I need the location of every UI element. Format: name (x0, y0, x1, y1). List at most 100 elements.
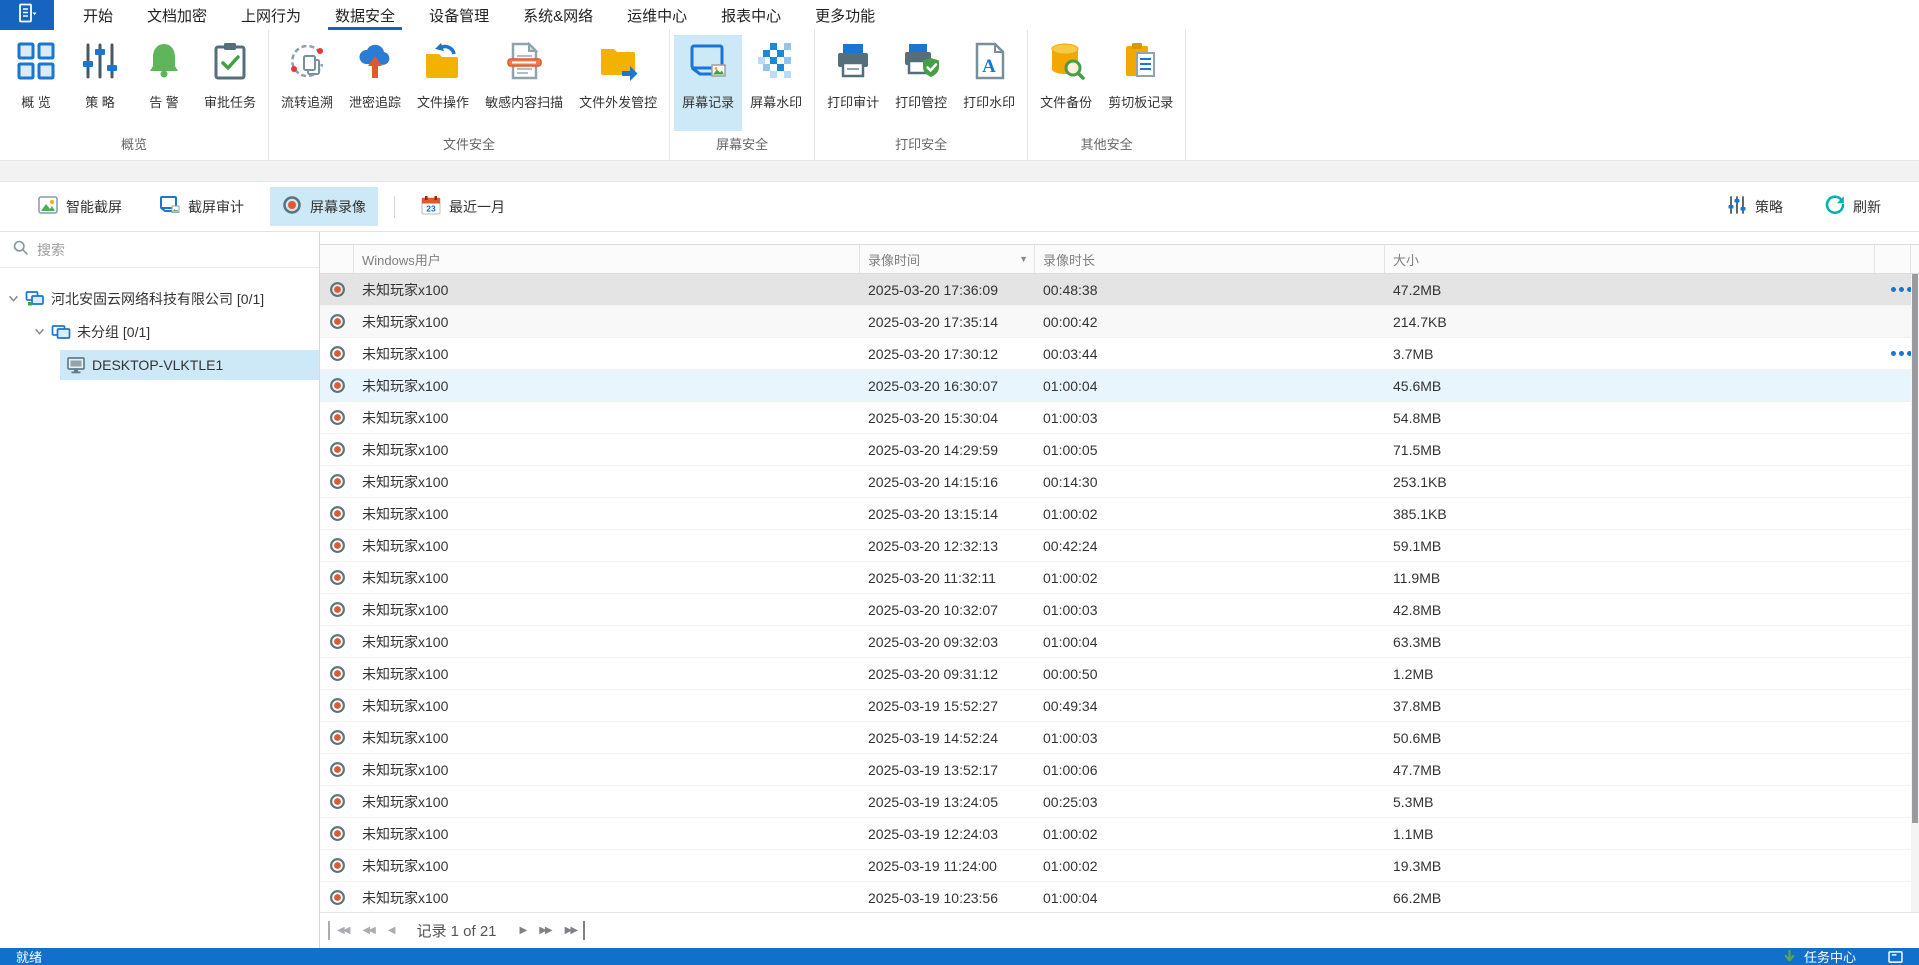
ribbon-item-print-watermark[interactable]: A 打印水印 (955, 35, 1023, 131)
table-header: Windows用户 录像时间 ▼ 录像时长 大小 (320, 244, 1919, 274)
task-window-icon[interactable] (1888, 950, 1903, 963)
menu-tab[interactable]: 数据安全 (318, 0, 412, 30)
refresh-icon (1825, 195, 1845, 218)
tree-node-desktop-vlktle1[interactable]: DESKTOP-VLKTLE1 (0, 348, 319, 381)
ribbon-group-label: 文件安全 (443, 137, 496, 152)
ribbon-item-file-operations[interactable]: 文件操作 (409, 35, 477, 131)
screen-video-button[interactable]: 屏幕录像 (270, 187, 378, 226)
cell-duration: 01:00:03 (1043, 601, 1098, 618)
menu-tab[interactable]: 文档加密 (130, 0, 224, 30)
task-center-button[interactable]: 任务中心 (1804, 947, 1856, 965)
cell-windows-user: 未知玩家x100 (362, 505, 449, 522)
table-row[interactable]: 未知玩家x100 2025-03-19 11:24:00 01:00:02 19… (320, 850, 1919, 882)
menu-tab[interactable]: 运维中心 (610, 0, 704, 30)
svg-text:A: A (982, 56, 996, 77)
status-ready-text: 就绪 (16, 950, 43, 965)
policy-button[interactable]: 策略 (1715, 187, 1795, 226)
pagination-next-button[interactable]: ▶ (513, 921, 533, 940)
pagination-fast-next-button[interactable]: ▶▶ (532, 921, 557, 940)
cell-duration: 00:00:42 (1043, 313, 1098, 330)
ribbon-item-file-outgoing-control[interactable]: 文件外发管控 (571, 35, 665, 131)
chevron-down-icon (35, 328, 44, 335)
ribbon-item-policy[interactable]: 策 略 (68, 35, 132, 131)
ribbon-item-leak-tracking[interactable]: 泄密追踪 (341, 35, 409, 131)
ribbon-item-alerts[interactable]: 告 警 (132, 35, 196, 131)
header-duration[interactable]: 录像时长 (1035, 245, 1385, 273)
header-size[interactable]: 大小 (1385, 245, 1875, 273)
search-box[interactable] (0, 232, 319, 268)
scrollbar-thumb[interactable] (1912, 274, 1918, 823)
record-icon (320, 473, 354, 490)
vertical-scrollbar[interactable] (1911, 274, 1919, 912)
ribbon-item-sensitive-content-scan[interactable]: 敏感内容扫描 (477, 35, 571, 131)
pagination-fast-prev-button[interactable]: ◀◀ (355, 921, 380, 940)
table-row[interactable]: 未知玩家x100 2025-03-20 13:15:14 01:00:02 38… (320, 498, 1919, 530)
table-row[interactable]: 未知玩家x100 2025-03-20 16:30:07 01:00:04 45… (320, 370, 1919, 402)
cell-windows-user: 未知玩家x100 (362, 697, 449, 714)
header-record-time[interactable]: 录像时间 ▼ (860, 245, 1035, 273)
table-row[interactable]: 未知玩家x100 2025-03-19 14:52:24 01:00:03 50… (320, 722, 1919, 754)
table-row[interactable]: 未知玩家x100 2025-03-20 17:36:09 00:48:38 47… (320, 274, 1919, 306)
menu-tab[interactable]: 上网行为 (224, 0, 318, 30)
table-row[interactable]: 未知玩家x100 2025-03-19 15:52:27 00:49:34 37… (320, 690, 1919, 722)
record-icon (320, 825, 354, 842)
app-menu-button[interactable] (0, 0, 54, 30)
table-row[interactable]: 未知玩家x100 2025-03-20 15:30:04 01:00:03 54… (320, 402, 1919, 434)
screenshot-audit-button[interactable]: 截屏审计 (148, 187, 256, 226)
ribbon-item-print-audit[interactable]: 打印审计 (819, 35, 887, 131)
sort-descending-icon: ▼ (1019, 254, 1028, 264)
table-row[interactable]: 未知玩家x100 2025-03-20 09:31:12 00:00:50 1.… (320, 658, 1919, 690)
ribbon-item-label: 告 警 (149, 95, 179, 110)
table-row[interactable]: 未知玩家x100 2025-03-20 14:29:59 01:00:05 71… (320, 434, 1919, 466)
cell-windows-user: 未知玩家x100 (362, 441, 449, 458)
menu-tab[interactable]: 开始 (66, 0, 130, 30)
table-row[interactable]: 未知玩家x100 2025-03-20 17:30:12 00:03:44 3.… (320, 338, 1919, 370)
menu-tab[interactable]: 更多功能 (798, 0, 892, 30)
refresh-button[interactable]: 刷新 (1813, 187, 1893, 226)
cell-windows-user: 未知玩家x100 (362, 281, 449, 298)
tree-node-ungrouped[interactable]: 未分组 [0/1] (0, 315, 319, 348)
header-windows-user[interactable]: Windows用户 (354, 245, 860, 273)
menu-tab[interactable]: 报表中心 (704, 0, 798, 30)
ribbon-item-approval-tasks[interactable]: 审批任务 (196, 35, 264, 131)
table-row[interactable]: 未知玩家x100 2025-03-20 11:32:11 01:00:02 11… (320, 562, 1919, 594)
cell-windows-user: 未知玩家x100 (362, 409, 449, 426)
pagination-last-button[interactable]: ▶▶ (558, 921, 586, 940)
table-row[interactable]: 未知玩家x100 2025-03-20 12:32:13 00:42:24 59… (320, 530, 1919, 562)
pagination-prev-button[interactable]: ◀ (381, 921, 401, 940)
watermark-pixels-icon (756, 41, 796, 84)
table-row[interactable]: 未知玩家x100 2025-03-19 10:23:56 01:00:04 66… (320, 882, 1919, 912)
table-row[interactable]: 未知玩家x100 2025-03-20 10:32:07 01:00:03 42… (320, 594, 1919, 626)
record-icon (320, 409, 354, 426)
ribbon-item-screen-watermark[interactable]: 屏幕水印 (742, 35, 810, 131)
cell-windows-user: 未知玩家x100 (362, 345, 449, 362)
pagination-first-button[interactable]: ◀◀ (328, 921, 355, 940)
ribbon-item-overview[interactable]: 概 览 (4, 35, 68, 131)
search-input[interactable] (37, 241, 307, 258)
table-row[interactable]: 未知玩家x100 2025-03-20 17:35:14 00:00:42 21… (320, 306, 1919, 338)
cell-record-time: 2025-03-20 12:32:13 (868, 537, 998, 554)
table-row[interactable]: 未知玩家x100 2025-03-19 13:24:05 00:25:03 5.… (320, 786, 1919, 818)
ribbon-item-flow-trace[interactable]: 流转追溯 (273, 35, 341, 131)
menu-tab[interactable]: 设备管理 (412, 0, 506, 30)
cell-record-time: 2025-03-19 14:52:24 (868, 729, 998, 746)
date-filter-button[interactable]: 23 最近一月 (409, 187, 517, 226)
toolbar-button-label: 智能截屏 (66, 198, 122, 215)
table-row[interactable]: 未知玩家x100 2025-03-19 12:24:03 01:00:02 1.… (320, 818, 1919, 850)
menu-tab[interactable]: 系统&网络 (506, 0, 610, 30)
cell-record-time: 2025-03-20 10:32:07 (868, 601, 998, 618)
table-row[interactable]: 未知玩家x100 2025-03-19 13:52:17 01:00:06 47… (320, 754, 1919, 786)
smart-screenshot-button[interactable]: 智能截屏 (26, 187, 134, 226)
calendar-icon: 23 (421, 195, 441, 218)
ribbon-item-screen-recording[interactable]: 屏幕记录 (674, 35, 743, 131)
ribbon-item-print-control[interactable]: 打印管控 (887, 35, 955, 131)
ribbon: 概 览 策 略 告 警 审批任务 概览 流转追溯 泄密追踪 文件操作 敏感内容扫… (0, 30, 1919, 160)
table-row[interactable]: 未知玩家x100 2025-03-20 14:15:16 00:14:30 25… (320, 466, 1919, 498)
ribbon-item-label: 打印审计 (827, 95, 880, 110)
cell-windows-user: 未知玩家x100 (362, 537, 449, 554)
ribbon-item-file-backup[interactable]: 文件备份 (1032, 35, 1100, 131)
table-row[interactable]: 未知玩家x100 2025-03-20 09:32:03 01:00:04 63… (320, 626, 1919, 658)
menu-tabs: 开始 文档加密 上网行为 数据安全 设备管理 系统&网络 运维中心 报表中心 更多功能 (66, 0, 892, 30)
ribbon-item-clipboard-records[interactable]: 剪切板记录 (1100, 35, 1181, 131)
tree-node-company[interactable]: 河北安固云网络科技有限公司 [0/1] (0, 282, 319, 315)
